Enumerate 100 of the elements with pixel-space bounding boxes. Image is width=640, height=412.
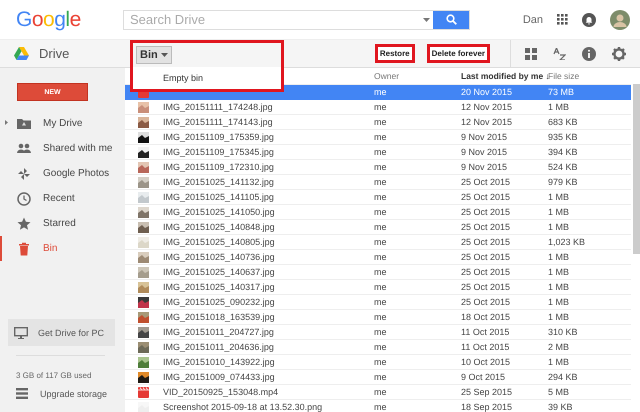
file-name: IMG_20151111_174143.jpg: [163, 117, 274, 127]
file-name: IMG_20151025_141105.jpg: [163, 192, 275, 202]
modified-date: 25 Sep 2015: [461, 387, 514, 397]
settings-icon[interactable]: [612, 46, 626, 60]
modified-date: 9 Oct 2015: [461, 372, 506, 382]
file-name: IMG_20151025_140637.jpg: [163, 267, 276, 277]
file-row[interactable]: Screenshot 2015-09-18 at 13.52.30.png me 18 Sep 2015 39 KB: [125, 400, 631, 412]
sidebar-item[interactable]: Google Photos: [0, 161, 125, 186]
apps-grid-icon[interactable]: [557, 14, 568, 25]
people-icon: [17, 142, 31, 156]
file-owner: me: [374, 237, 388, 247]
modified-date: 25 Oct 2015: [461, 192, 512, 202]
modified-date: 12 Nov 2015: [461, 117, 514, 127]
star-icon: [17, 216, 31, 230]
file-row[interactable]: IMG_20151025_140317.jpg me 25 Oct 2015 1 MB: [125, 280, 631, 295]
modified-date: 9 Nov 2015: [461, 162, 508, 172]
file-owner: me: [374, 297, 388, 307]
file-row[interactable]: IMG_20151025_140637.jpg me 25 Oct 2015 1 MB: [125, 265, 631, 280]
list-icon: [16, 388, 28, 399]
caret-icon[interactable]: [422, 18, 430, 22]
file-owner: me: [374, 177, 388, 187]
file-row[interactable]: IMG_20151025_090232.jpg me 25 Oct 2015 1 MB: [125, 295, 631, 310]
search-bar[interactable]: Search Drive: [123, 10, 470, 30]
file-size: 935 KB: [548, 132, 579, 142]
modified-date: 25 Oct 2015: [461, 237, 512, 247]
menu-item[interactable]: Empty bin: [163, 73, 204, 83]
file-name: IMG_20151025_140848.jpg: [163, 222, 276, 232]
sidebar-item[interactable]: My Drive: [0, 111, 125, 136]
sidebar-item[interactable]: Recent: [0, 186, 125, 211]
app-name: Drive: [39, 46, 70, 61]
file-size: 394 KB: [548, 147, 579, 157]
grid-view-icon[interactable]: [525, 48, 537, 60]
file-owner: me: [374, 192, 388, 202]
get-drive-button[interactable]: Get Drive for PC: [8, 319, 115, 346]
file-row[interactable]: IMG_20151011_204636.jpg me 11 Oct 2015 2 MB: [125, 340, 631, 355]
search-button[interactable]: [433, 10, 469, 28]
file-row[interactable]: IMG_20151111_174248.jpg me 12 Nov 2015 1 MB: [125, 100, 631, 115]
file-row[interactable]: IMG_20151011_204727.jpg me 11 Oct 2015 310 KB: [125, 325, 631, 340]
file-row[interactable]: IMG_20151010_143922.jpg me 10 Oct 2015 1 MB: [125, 355, 631, 370]
file-name: IMG_20151011_204636.jpg: [163, 342, 275, 352]
user-name[interactable]: Dan: [522, 14, 543, 26]
file-name: IMG_20151025_140736.jpg: [163, 252, 276, 262]
expand-icon[interactable]: [5, 120, 8, 125]
file-row[interactable]: IMG_20151025_140848.jpg me 25 Oct 2015 1 MB: [125, 220, 631, 235]
file-row[interactable]: IMG_20151009_074433.jpg me 9 Oct 2015 294 KB: [125, 370, 631, 385]
file-row[interactable]: IMG_20151025_140736.jpg me 25 Oct 2015 1 MB: [125, 250, 631, 265]
file-row[interactable]: VID_20150925_153048.mp4 me 25 Sep 2015 5 MB: [125, 385, 631, 400]
file-row[interactable]: IMG_20151025_141132.jpg me 25 Oct 2015 979 KB: [125, 175, 631, 190]
modified-date: 9 Nov 2015: [461, 132, 508, 142]
file-size: 310 KB: [548, 327, 579, 337]
file-row[interactable]: IMG_20151025_141050.jpg me 25 Oct 2015 1 MB: [125, 205, 631, 220]
file-owner: me: [374, 282, 388, 292]
info-icon[interactable]: [582, 46, 596, 60]
file-name: IMG_20151025_141050.jpg: [163, 207, 276, 217]
file-size: 1 MB: [548, 252, 570, 262]
sidebar-item[interactable]: Starred: [0, 211, 125, 236]
file-owner: me: [374, 357, 388, 367]
file-owner: me: [374, 117, 388, 127]
sort-icon[interactable]: [553, 48, 566, 60]
file-row[interactable]: IMG_20151018_163539.jpg me 18 Oct 2015 1 MB: [125, 310, 631, 325]
clock-icon: [17, 192, 31, 206]
file-owner: me: [374, 162, 388, 172]
column-header[interactable]: File size: [548, 71, 618, 81]
file-row[interactable]: IMG_20151025_140805.jpg me 25 Oct 2015 1,023 KB: [125, 235, 631, 250]
sidebar-item[interactable]: Bin: [0, 236, 125, 261]
file-size: 1 MB: [548, 282, 570, 292]
file-size: 2 MB: [548, 342, 570, 352]
file-owner: me: [374, 222, 388, 232]
search-icon: [446, 14, 456, 25]
action-button[interactable]: Delete forever: [426, 44, 490, 63]
file-owner: me: [374, 102, 388, 112]
avatar-icon[interactable]: [610, 10, 630, 30]
file-size: 683 KB: [548, 117, 579, 127]
modified-date: 25 Oct 2015: [461, 282, 512, 292]
upgrade-link[interactable]: Upgrade storage: [16, 388, 125, 399]
file-size: 1 MB: [548, 192, 570, 202]
file-size: 1 MB: [548, 222, 570, 232]
file-row[interactable]: IMG_20151109_172310.jpg me 9 Nov 2015 524 KB: [125, 160, 631, 175]
column-header[interactable]: Owner: [374, 71, 461, 81]
folder-menu-button[interactable]: Bin: [136, 46, 172, 64]
modified-date: 25 Oct 2015: [461, 267, 512, 277]
file-row[interactable]: IMG_20151109_175359.jpg me 9 Nov 2015 935 KB: [125, 130, 631, 145]
file-owner: me: [374, 87, 388, 97]
file-size: 39 KB: [548, 402, 574, 412]
file-row[interactable]: IMG_20151109_175345.jpg me 9 Nov 2015 394 KB: [125, 145, 631, 160]
file-owner: me: [374, 327, 388, 337]
modified-date: 25 Oct 2015: [461, 177, 512, 187]
file-row[interactable]: IMG_20151111_174143.jpg me 12 Nov 2015 683 KB: [125, 115, 631, 130]
modified-date: 12 Nov 2015: [461, 102, 514, 112]
file-owner: me: [374, 252, 388, 262]
scrollbar[interactable]: [633, 84, 640, 254]
action-button[interactable]: Restore: [374, 44, 415, 63]
sidebar-item[interactable]: Shared with me: [0, 136, 125, 161]
file-size: 1 MB: [548, 102, 570, 112]
modified-date: 11 Oct 2015: [461, 327, 510, 337]
modified-date: 18 Oct 2015: [461, 312, 512, 322]
notification-icon[interactable]: [582, 12, 596, 26]
file-row[interactable]: IMG_20151025_141105.jpg me 25 Oct 2015 1 MB: [125, 190, 631, 205]
file-owner: me: [374, 402, 388, 412]
file-size: 1 MB: [548, 312, 570, 322]
